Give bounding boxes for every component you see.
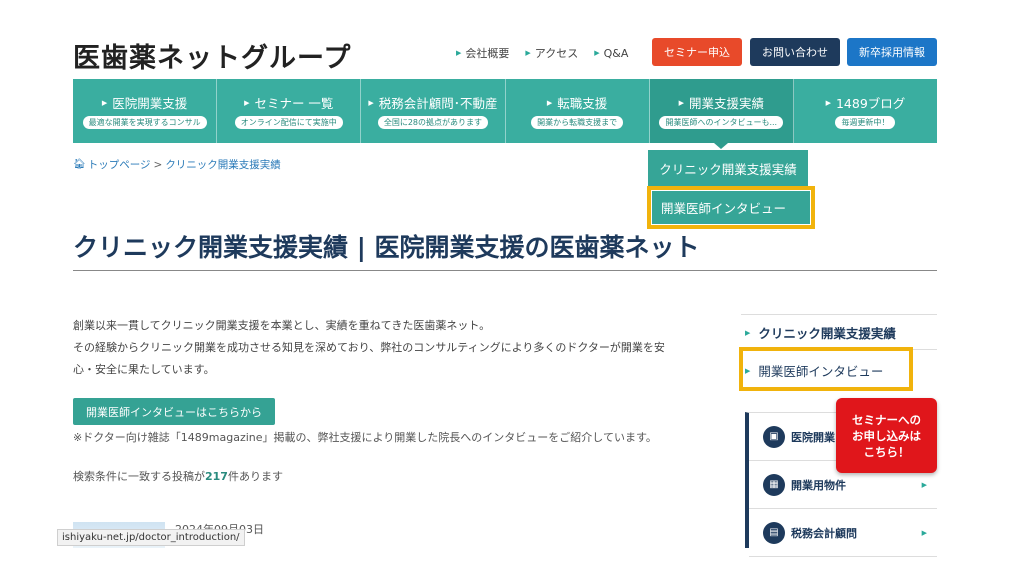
- sidebar-link-label: クリニック開業支援実績: [758, 326, 896, 341]
- chevron-right-icon: ▶: [921, 480, 927, 489]
- breadcrumb-separator: >: [153, 158, 163, 171]
- sidebar-link-results[interactable]: ▶ クリニック開業支援実績: [745, 323, 896, 342]
- top-link-label: アクセス: [534, 47, 579, 60]
- seminar-apply-button[interactable]: セミナー申込: [652, 38, 742, 66]
- triangle-icon: ▶: [678, 98, 684, 107]
- dropdown-item-interview[interactable]: 開業医師インタビュー: [652, 191, 810, 224]
- service-label: 医院開業: [791, 430, 835, 444]
- breadcrumb-home[interactable]: トップページ: [88, 157, 151, 172]
- nav-title: 医院開業支援: [112, 96, 188, 111]
- nav-subtitle: 全国に28の拠点があります: [377, 116, 489, 129]
- nav-item-results[interactable]: ▶ 開業支援実績 開業医師へのインタビューも...: [649, 79, 794, 149]
- seminar-popup-button[interactable]: セミナーへの お申し込みは こちら！: [836, 398, 937, 473]
- count-value: 217: [205, 470, 228, 483]
- sidebar-divider: [741, 314, 937, 315]
- intro-paragraph: 創業以来一貫してクリニック開業支援を本業とし、実績を重ねてきた医歯薬ネット。 そ…: [73, 315, 693, 381]
- briefcase-icon: ▣: [763, 425, 785, 448]
- recruit-button[interactable]: 新卒採用情報: [847, 38, 937, 66]
- calculator-icon: ▤: [763, 521, 785, 544]
- nav-subtitle: オンライン配信にて実施中: [234, 116, 343, 129]
- top-link-access[interactable]: ▶ アクセス: [525, 45, 578, 61]
- breadcrumb-current[interactable]: クリニック開業支援実績: [165, 157, 281, 172]
- nav-title: 開業支援実績: [688, 96, 764, 111]
- home-icon: 🏠︎: [73, 159, 86, 170]
- top-link-qa[interactable]: ▶ Q&A: [594, 45, 628, 61]
- triangle-icon: ▶: [244, 98, 250, 107]
- triangle-icon: ▶: [368, 98, 374, 107]
- interview-cta-button[interactable]: 開業医師インタビューはこちらから: [73, 398, 275, 425]
- nav-item-tax[interactable]: ▶ 税務会計顧問･不動産 全国に28の拠点があります: [361, 79, 506, 143]
- triangle-icon: ▶: [546, 98, 553, 107]
- seminar-line: セミナーへの: [852, 412, 921, 427]
- top-link-company[interactable]: ▶ 会社概要: [456, 45, 509, 61]
- seminar-line: こちら！: [863, 444, 910, 459]
- title-divider: [73, 270, 937, 271]
- count-prefix: 検索条件に一致する投稿が: [73, 470, 205, 483]
- service-label: 開業用物件: [791, 478, 846, 492]
- nav-subtitle: 毎週更新中！: [835, 116, 896, 129]
- count-suffix: 件あります: [227, 470, 283, 483]
- site-logo[interactable]: 医歯薬ネットグループ: [73, 36, 351, 75]
- nav-title: 1489ブログ: [835, 96, 906, 111]
- result-count: 検索条件に一致する投稿が217件あります: [73, 468, 283, 484]
- nav-item-seminars[interactable]: ▶ セミナー 一覧 オンライン配信にて実施中: [217, 79, 362, 143]
- triangle-icon: ▶: [594, 49, 600, 57]
- page-title: クリニック開業支援実績 | 医院開業支援の医歯薬ネット: [73, 233, 700, 262]
- triangle-icon: ▶: [825, 98, 831, 107]
- nav-item-blog[interactable]: ▶ 1489ブログ 毎週更新中！: [794, 79, 937, 143]
- dropdown-highlight-box: 開業医師インタビュー: [647, 186, 815, 229]
- nav-title: セミナー 一覧: [254, 96, 334, 111]
- intro-line: 創業以来一貫してクリニック開業支援を本業とし、実績を重ねてきた医歯薬ネット。: [73, 319, 491, 332]
- dropdown-item-results[interactable]: クリニック開業支援実績: [648, 150, 808, 186]
- triangle-icon: ▶: [745, 328, 751, 337]
- interview-note: ※ドクター向け雑誌「1489magazine」掲載の、弊社支援により開業した院長…: [73, 431, 657, 444]
- sidebar-service-tax[interactable]: ▤ 税務会計顧問 ▶: [749, 509, 937, 557]
- service-label: 税務会計顧問: [791, 526, 857, 540]
- sidebar-link-label: 開業医師インタビュー: [758, 364, 884, 379]
- nav-item-career[interactable]: ▶ 転職支援 開業から転職支援まで: [506, 79, 650, 143]
- main-nav: ▶ 医院開業支援 最適な開業を実現するコンサル ▶ セミナー 一覧 オンライン配信に…: [73, 79, 937, 149]
- nav-title: 税務会計顧問･不動産: [378, 96, 498, 111]
- nav-item-opening-support[interactable]: ▶ 医院開業支援 最適な開業を実現するコンサル: [73, 79, 218, 143]
- nav-subtitle: 開業から転職支援まで: [531, 116, 624, 129]
- seminar-line: お申し込みは: [852, 428, 921, 443]
- building-icon: ▦: [763, 473, 785, 496]
- triangle-icon: ▶: [745, 366, 751, 375]
- sidebar-link-interview[interactable]: ▶ 開業医師インタビュー: [745, 361, 883, 380]
- nav-title: 転職支援: [557, 96, 608, 111]
- contact-button[interactable]: お問い合わせ: [750, 38, 840, 66]
- top-link-label: 会社概要: [465, 47, 510, 60]
- triangle-icon: ▶: [101, 98, 108, 107]
- intro-line: その経験からクリニック開業を成功させる知見を深めており、弊社のコンサルティングに…: [73, 341, 665, 354]
- top-links: ▶ 会社概要 ▶ アクセス ▶ Q&A: [456, 45, 644, 61]
- triangle-icon: ▶: [456, 49, 462, 57]
- chevron-right-icon: ▶: [921, 528, 927, 537]
- nav-subtitle: 開業医師へのインタビューも...: [659, 116, 784, 129]
- status-bar-url: ishiyaku-net.jp/doctor_introduction/: [57, 529, 245, 546]
- breadcrumb: 🏠︎ トップページ > クリニック開業支援実績: [73, 157, 281, 172]
- triangle-icon: ▶: [525, 49, 531, 57]
- nav-subtitle: 最適な開業を実現するコンサル: [82, 116, 207, 129]
- intro-line: 心・安全に果たしています。: [73, 363, 215, 376]
- top-link-label: Q&A: [603, 46, 629, 60]
